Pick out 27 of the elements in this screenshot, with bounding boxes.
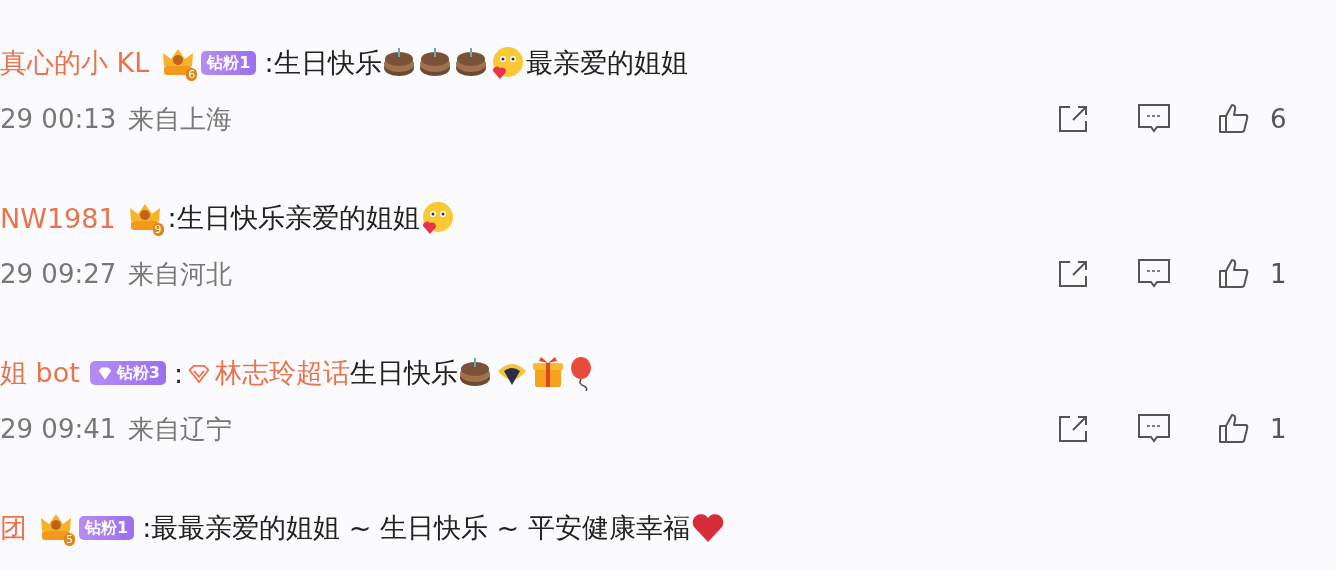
like-count: 6 [1270,104,1284,134]
location: 来自河北 [128,257,233,291]
like-count: 1 [1270,259,1284,289]
level-number: 6 [186,68,198,81]
topic-link[interactable]: 林志玲超话 [215,355,351,391]
comment-text: 最亲爱的姐姐 [525,46,688,80]
comment-text: : [173,357,184,389]
level-number: 9 [152,223,164,236]
fan-badge-label: 钻粉1 [85,518,129,538]
fan-badge-label: 钻粉3 [116,363,160,383]
user-name[interactable]: 真心的小 KL [0,45,150,81]
timestamp: 29 09:27 [0,259,117,289]
comment-text: :生日快乐亲爱的姐姐 [167,201,420,235]
comment-text: :生日快乐 [264,46,382,80]
location: 来自辽宁 [128,412,233,446]
diamond-icon [187,362,212,384]
comment-text: 生日快乐 [350,356,459,390]
comment-text: :最最亲爱的姐姐 ~ 生日快乐 ~ 平安健康幸福 [142,511,690,545]
user-name[interactable]: 团 [0,510,27,546]
user-name[interactable]: NW1981 [0,202,116,234]
level-number: 5 [64,533,75,546]
user-name[interactable]: 姐 bot [0,355,80,391]
location: 来自上海 [128,102,233,136]
fan-badge-label: 钻粉1 [207,53,251,73]
like-count: 1 [1270,414,1284,444]
timestamp: 29 00:13 [0,104,117,134]
timestamp: 29 09:41 [0,414,117,444]
